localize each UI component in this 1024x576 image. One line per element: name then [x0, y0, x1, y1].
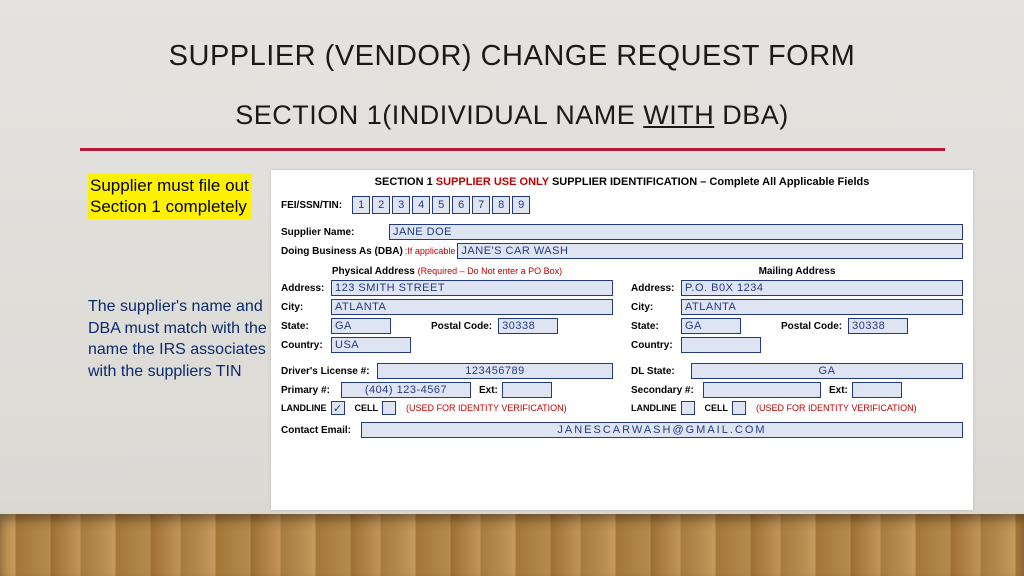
divider	[80, 148, 945, 151]
phys-state-field[interactable]: GA	[331, 318, 391, 334]
subtitle-pre: SECTION 1(INDIVIDUAL NAME	[235, 100, 643, 130]
mail-city-label: City:	[631, 302, 681, 313]
landline-label: LANDLINE	[281, 403, 327, 413]
form-header: SECTION 1 SUPPLIER USE ONLY SUPPLIER IDE…	[281, 176, 963, 188]
floor-decoration	[0, 514, 1024, 576]
dba-field[interactable]: JANE'S CAR WASH	[457, 243, 963, 259]
tin-label: FEI/SSN/TIN:	[281, 200, 342, 211]
tin-digit[interactable]: 9	[512, 196, 530, 214]
tin-digit[interactable]: 3	[392, 196, 410, 214]
phys-header-text: Physical Address	[332, 266, 415, 277]
landline2-checkbox[interactable]	[681, 401, 695, 415]
mail-address-field[interactable]: P.O. B0X 1234	[681, 280, 963, 296]
dlstate-field[interactable]: GA	[691, 363, 963, 379]
supplier-name-field[interactable]: JANE DOE	[389, 224, 963, 240]
tin-row: FEI/SSN/TIN: 1 2 3 4 5 6 7 8 9	[281, 196, 963, 214]
email-label: Contact Email:	[281, 425, 361, 436]
tin-digit[interactable]: 1	[352, 196, 370, 214]
tin-digit[interactable]: 4	[412, 196, 430, 214]
phys-address-label: Address:	[281, 283, 331, 294]
secondary-ext-field[interactable]	[852, 382, 902, 398]
phys-address-field[interactable]: 123 SMITH STREET	[331, 280, 613, 296]
cell-label: CELL	[355, 403, 379, 413]
primary-phone-label: Primary #:	[281, 385, 341, 396]
primary-ext-label: Ext:	[479, 385, 498, 396]
highlight-callout: Supplier must file out Section 1 complet…	[88, 174, 251, 219]
identity-note: (USED FOR IDENTITY VERIFICATION)	[406, 403, 567, 413]
secondary-phone-field[interactable]	[703, 382, 821, 398]
form-header-right: SUPPLIER IDENTIFICATION – Complete All A…	[552, 176, 869, 188]
mail-header: Mailing Address	[631, 266, 963, 277]
secondary-phone-label: Secondary #:	[631, 385, 703, 396]
phys-city-label: City:	[281, 302, 331, 313]
mail-postal-field[interactable]: 30338	[848, 318, 908, 334]
secondary-ext-label: Ext:	[829, 385, 848, 396]
primary-phone-field[interactable]: (404) 123-4567	[341, 382, 471, 398]
instruction-note: The supplier's name and DBA must match w…	[88, 296, 278, 382]
phys-country-field[interactable]: USA	[331, 337, 411, 353]
tin-digit[interactable]: 7	[472, 196, 490, 214]
mail-address-label: Address:	[631, 283, 681, 294]
dl-label: Driver's License #:	[281, 366, 377, 377]
phys-header: Physical Address (Required – Do Not ente…	[281, 266, 613, 277]
landline-checkbox[interactable]: ✓	[331, 401, 345, 415]
mail-state-field[interactable]: GA	[681, 318, 741, 334]
dba-label: Doing Business As (DBA)	[281, 246, 403, 257]
page-title: SUPPLIER (VENDOR) CHANGE REQUEST FORM	[0, 40, 1024, 73]
dl-field[interactable]: 123456789	[377, 363, 613, 379]
mail-state-label: State:	[631, 321, 681, 332]
form-header-section: SECTION 1	[375, 176, 433, 188]
cell2-checkbox[interactable]	[732, 401, 746, 415]
mail-postal-label: Postal Code:	[781, 321, 842, 332]
tin-digit[interactable]: 5	[432, 196, 450, 214]
identity-note2: (USED FOR IDENTITY VERIFICATION)	[756, 403, 917, 413]
subtitle-underline: WITH	[643, 100, 714, 130]
tin-digit[interactable]: 6	[452, 196, 470, 214]
phys-postal-label: Postal Code:	[431, 321, 492, 332]
dlstate-label: DL State:	[631, 366, 691, 377]
mail-country-field[interactable]	[681, 337, 761, 353]
mail-country-label: Country:	[631, 340, 681, 351]
phys-state-label: State:	[281, 321, 331, 332]
primary-ext-field[interactable]	[502, 382, 552, 398]
dba-note: :If applicable	[405, 246, 456, 256]
phys-header-note: (Required – Do Not enter a PO Box)	[418, 266, 563, 276]
phys-country-label: Country:	[281, 340, 331, 351]
form-panel: SECTION 1 SUPPLIER USE ONLY SUPPLIER IDE…	[271, 170, 973, 510]
supplier-name-label: Supplier Name:	[281, 227, 389, 238]
phys-postal-field[interactable]: 30338	[498, 318, 558, 334]
landline2-label: LANDLINE	[631, 403, 677, 413]
tin-digit[interactable]: 2	[372, 196, 390, 214]
form-header-red: SUPPLIER USE ONLY	[436, 176, 549, 188]
cell2-label: CELL	[705, 403, 729, 413]
phys-city-field[interactable]: ATLANTA	[331, 299, 613, 315]
email-field[interactable]: JANESCARWASH@GMAIL.COM	[361, 422, 963, 438]
page-subtitle: SECTION 1(INDIVIDUAL NAME WITH DBA)	[0, 100, 1024, 131]
mail-city-field[interactable]: ATLANTA	[681, 299, 963, 315]
subtitle-post: DBA)	[714, 100, 789, 130]
cell-checkbox[interactable]	[382, 401, 396, 415]
tin-digit[interactable]: 8	[492, 196, 510, 214]
